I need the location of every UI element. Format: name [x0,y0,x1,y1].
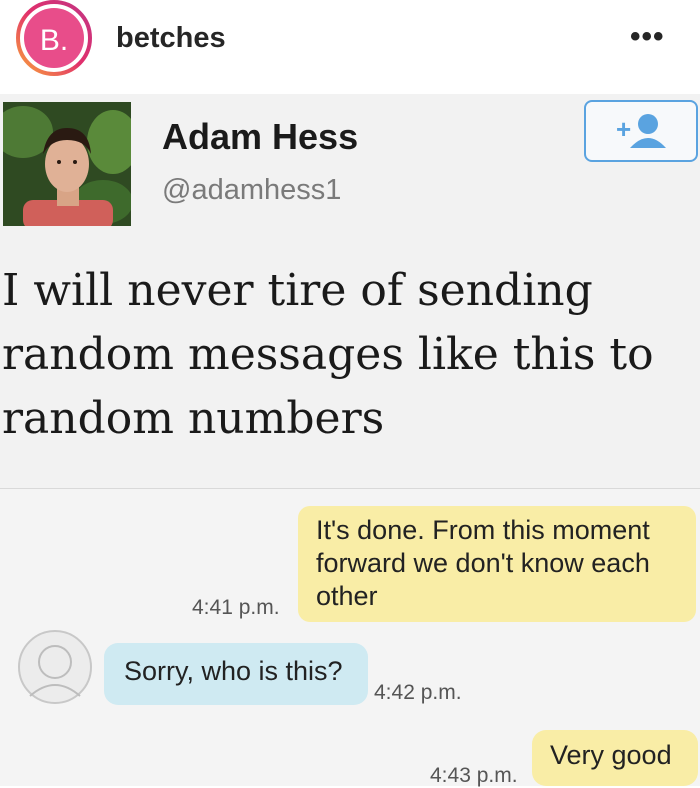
tweet-author-name[interactable]: Adam Hess [162,116,358,158]
message-timestamp: 4:43 p.m. [430,764,518,787]
post-header: B. betches ••• [0,0,700,78]
message-timestamp: 4:41 p.m. [192,596,280,619]
tweet-author-avatar[interactable] [3,102,131,226]
outgoing-message-bubble: It's done. From this moment forward we d… [298,506,696,622]
message-timestamp: 4:42 p.m. [374,681,462,704]
username[interactable]: betches [116,22,226,55]
profile-avatar[interactable]: B. [14,0,94,78]
tweet-text: I will never tire of sending random mess… [2,265,654,444]
contact-avatar [18,630,92,704]
svg-text:B.: B. [40,24,68,57]
tweet-author-handle[interactable]: @adamhess1 [162,174,341,207]
more-options-icon[interactable]: ••• [630,20,665,54]
add-user-icon: + [616,114,666,148]
follow-button[interactable]: + [584,100,698,162]
outgoing-message-bubble: Very good [532,730,698,786]
incoming-message-bubble: Sorry, who is this? [104,643,368,705]
svg-text:+: + [616,114,631,144]
